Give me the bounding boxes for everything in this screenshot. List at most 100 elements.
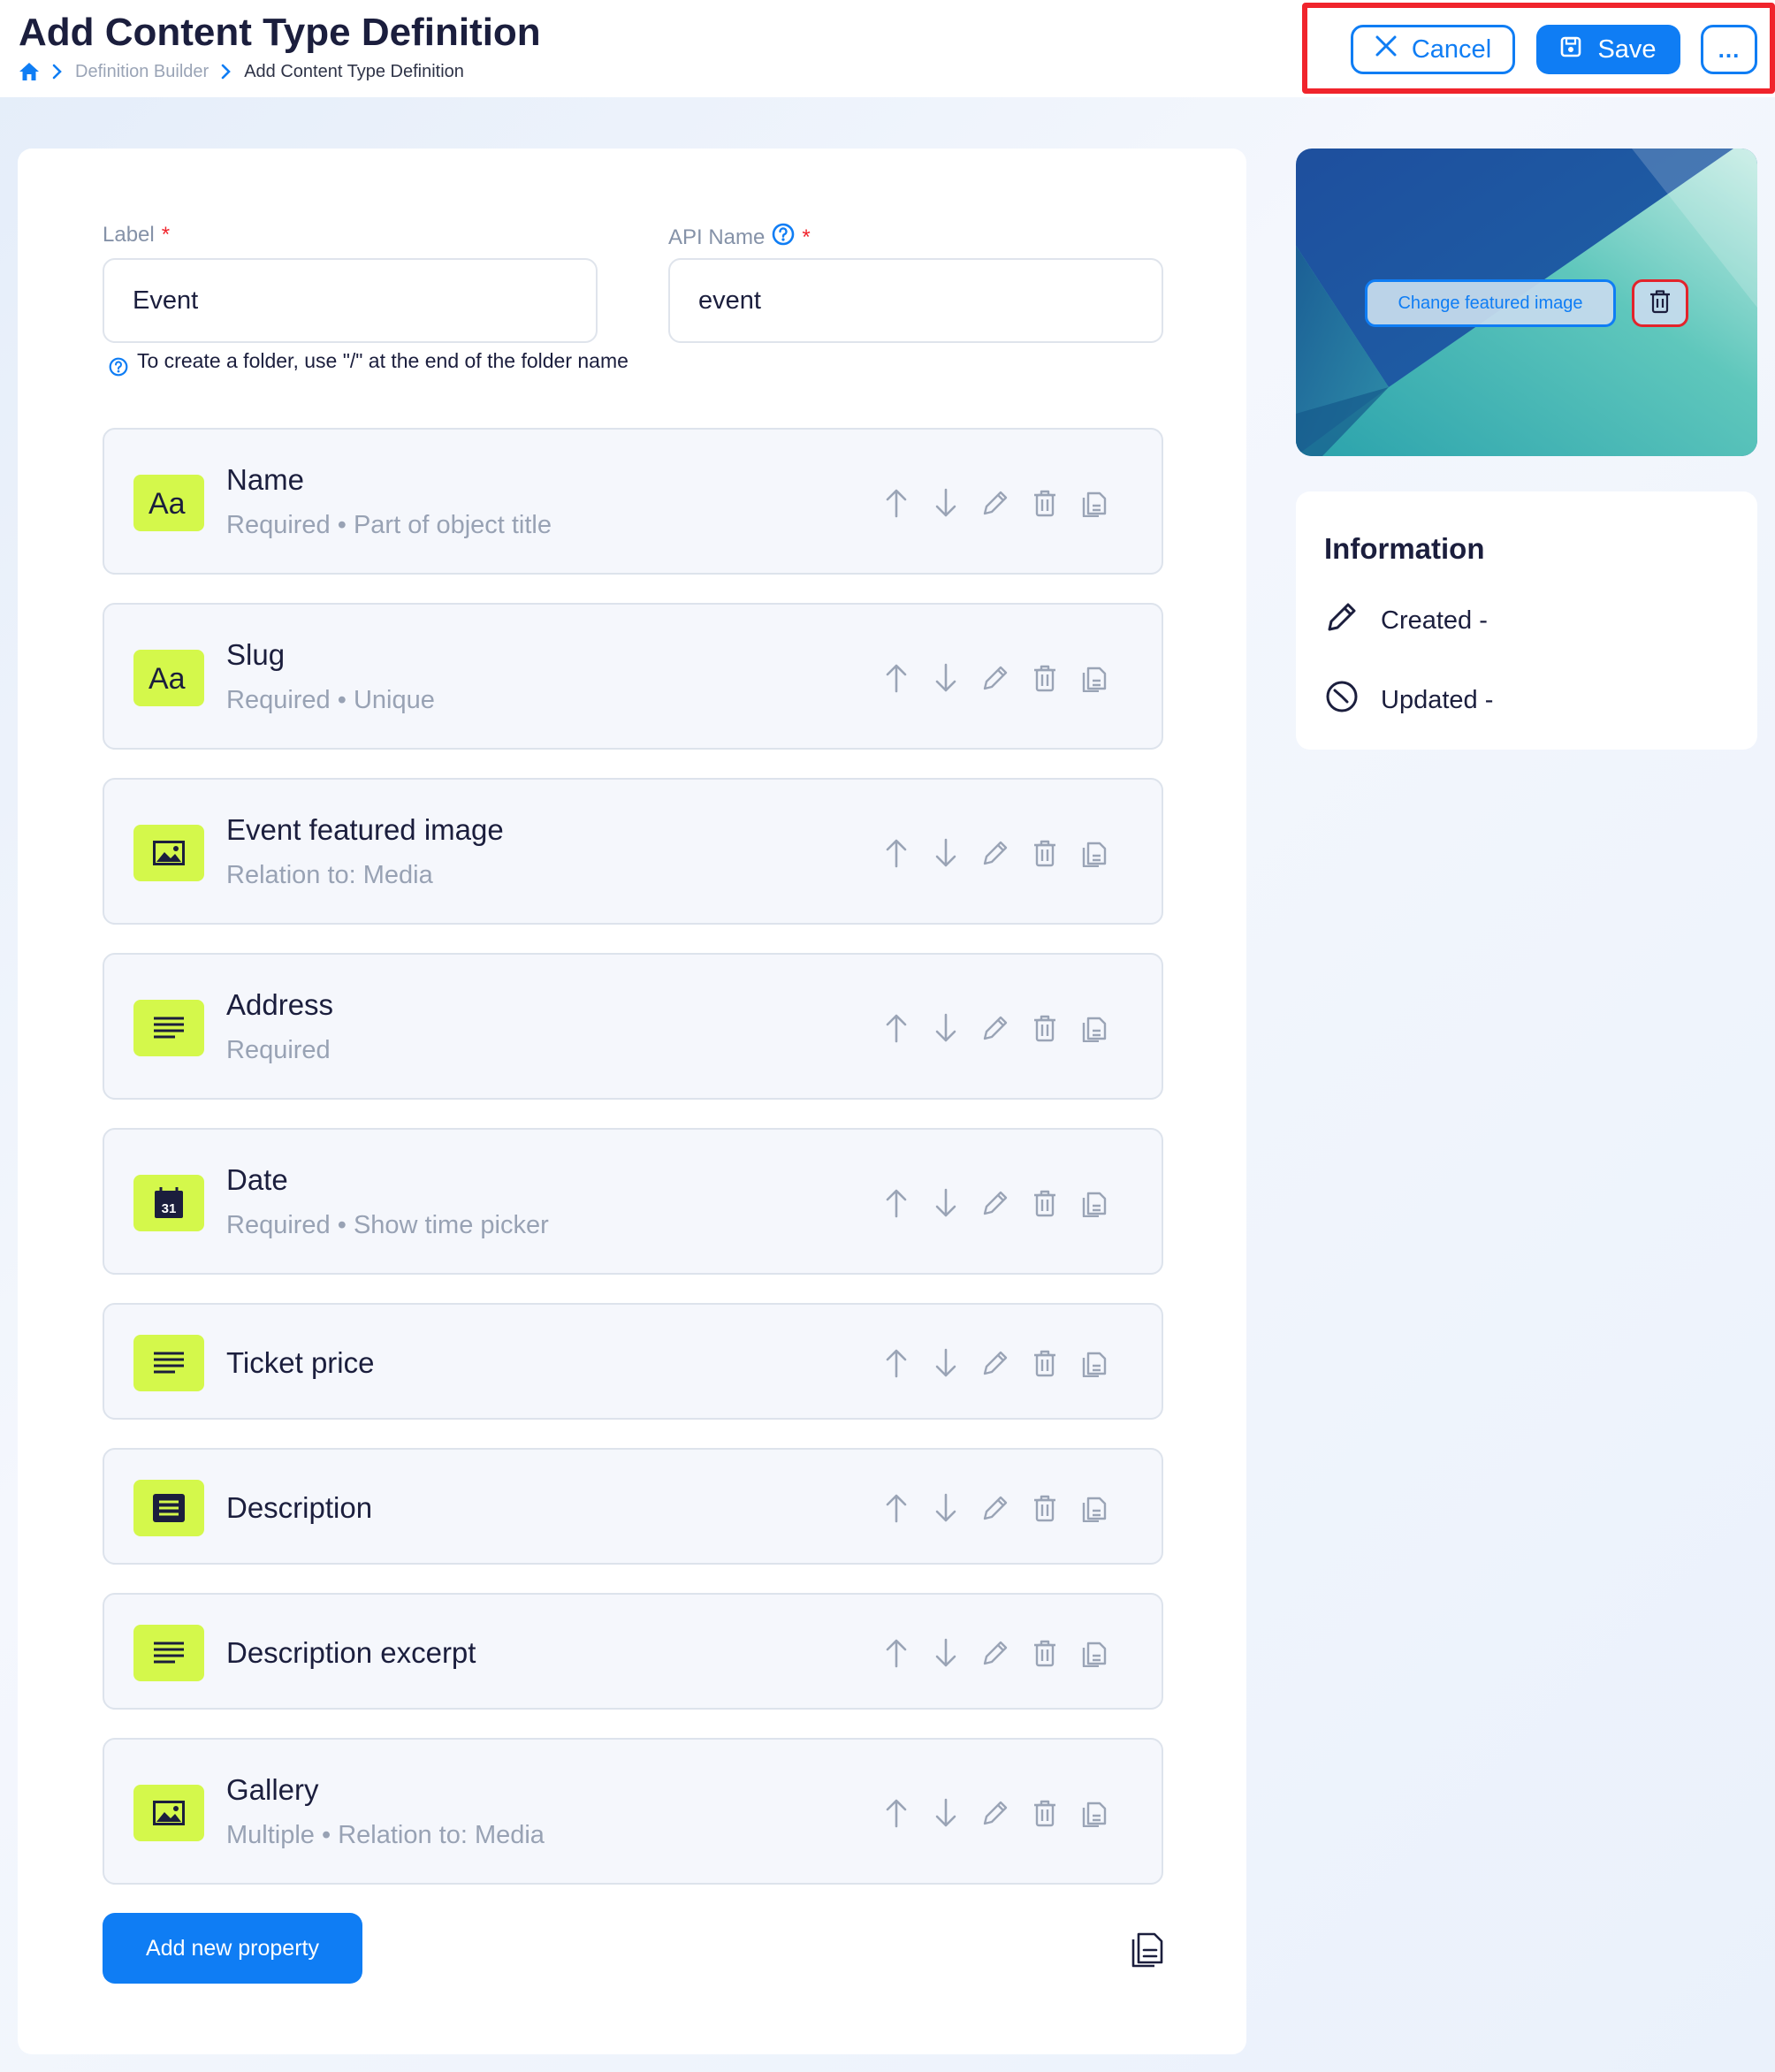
save-label: Save <box>1597 34 1657 64</box>
help-circle-icon <box>109 357 128 380</box>
move-up-icon[interactable] <box>882 1637 910 1669</box>
trash-icon[interactable] <box>1031 487 1059 519</box>
edit-pencil-icon[interactable] <box>981 1637 1009 1669</box>
trash-icon[interactable] <box>1031 1012 1059 1044</box>
page-header: Add Content Type Definition Definition B… <box>0 0 1775 97</box>
duplicate-icon[interactable] <box>1080 837 1108 869</box>
trash-icon[interactable] <box>1031 1347 1059 1379</box>
move-down-icon[interactable] <box>932 662 960 694</box>
edit-pencil-icon[interactable] <box>981 1492 1009 1524</box>
duplicate-icon[interactable] <box>1080 662 1108 694</box>
duplicate-icon[interactable] <box>1080 1187 1108 1219</box>
duplicate-icon[interactable] <box>1080 1347 1108 1379</box>
calendar-icon: 31 <box>133 1175 204 1231</box>
duplicate-icon[interactable] <box>1080 1637 1108 1669</box>
move-down-icon[interactable] <box>932 487 960 519</box>
move-up-icon[interactable] <box>882 487 910 519</box>
property-row[interactable]: Aa Slug Required • Unique <box>103 603 1163 750</box>
trash-icon <box>1649 289 1672 318</box>
property-row[interactable]: Description <box>103 1448 1163 1565</box>
property-name: Ticket price <box>226 1346 375 1379</box>
trash-icon[interactable] <box>1031 1637 1059 1669</box>
duplicate-icon[interactable] <box>1080 487 1108 519</box>
property-row[interactable]: Address Required <box>103 953 1163 1100</box>
image-icon <box>133 1785 204 1841</box>
property-row[interactable]: Event featured image Relation to: Media <box>103 778 1163 925</box>
duplicate-icon[interactable] <box>1080 1797 1108 1829</box>
lines-icon <box>133 1335 204 1391</box>
edit-pencil-icon[interactable] <box>981 1347 1009 1379</box>
edit-pencil-icon[interactable] <box>981 662 1009 694</box>
duplicate-icon[interactable] <box>1080 1492 1108 1524</box>
property-row[interactable]: Aa Name Required • Part of object title <box>103 428 1163 575</box>
edit-pencil-icon[interactable] <box>981 1797 1009 1829</box>
more-options-button[interactable]: ... <box>1701 25 1757 74</box>
lines-icon <box>133 1000 204 1056</box>
move-up-icon[interactable] <box>882 1492 910 1524</box>
duplicate-icon[interactable] <box>1080 1012 1108 1044</box>
property-actions <box>882 837 1108 869</box>
created-row: Created - <box>1324 599 1488 642</box>
help-circle-icon[interactable] <box>772 223 795 252</box>
property-actions <box>882 662 1108 694</box>
move-down-icon[interactable] <box>932 837 960 869</box>
chevron-right-icon <box>221 64 232 80</box>
property-name: Description excerpt <box>226 1636 476 1669</box>
move-down-icon[interactable] <box>932 1012 960 1044</box>
breadcrumb-item-current: Add Content Type Definition <box>244 61 464 81</box>
page-title: Add Content Type Definition <box>19 11 541 54</box>
move-down-icon[interactable] <box>932 1492 960 1524</box>
featured-image: Change featured image <box>1296 149 1757 456</box>
property-actions <box>882 1187 1108 1219</box>
trash-icon[interactable] <box>1031 1797 1059 1829</box>
edit-pencil-icon[interactable] <box>981 1187 1009 1219</box>
move-up-icon[interactable] <box>882 1187 910 1219</box>
edit-pencil-icon[interactable] <box>981 1012 1009 1044</box>
property-meta: Required • Unique <box>226 686 435 714</box>
chevron-right-icon <box>52 64 63 80</box>
move-up-icon[interactable] <box>882 1797 910 1829</box>
property-row[interactable]: 31 Date Required • Show time picker <box>103 1128 1163 1275</box>
change-featured-image-button[interactable]: Change featured image <box>1365 279 1616 327</box>
move-up-icon[interactable] <box>882 1012 910 1044</box>
information-title: Information <box>1324 532 1485 565</box>
trash-icon[interactable] <box>1031 1492 1059 1524</box>
add-new-property-button[interactable]: Add new property <box>103 1913 362 1984</box>
api-name-input[interactable]: event <box>668 258 1163 343</box>
required-mark: * <box>161 223 171 247</box>
move-down-icon[interactable] <box>932 1347 960 1379</box>
property-row[interactable]: Gallery Multiple • Relation to: Media <box>103 1738 1163 1885</box>
trash-icon[interactable] <box>1031 837 1059 869</box>
move-down-icon[interactable] <box>932 1187 960 1219</box>
save-button[interactable]: Save <box>1536 25 1680 74</box>
breadcrumb-item-definition-builder[interactable]: Definition Builder <box>75 62 209 82</box>
move-down-icon[interactable] <box>932 1637 960 1669</box>
move-up-icon[interactable] <box>882 1347 910 1379</box>
information-card: Information Created - Updated - <box>1296 491 1757 750</box>
rich-text-icon <box>133 1480 204 1536</box>
created-value: - <box>1479 606 1488 635</box>
property-row[interactable]: Ticket price <box>103 1303 1163 1420</box>
updated-row: Updated - <box>1324 679 1493 721</box>
property-meta: Relation to: Media <box>226 861 433 889</box>
paste-properties-icon[interactable] <box>1126 1927 1169 1969</box>
updated-label: Updated <box>1381 685 1478 714</box>
trash-icon[interactable] <box>1031 662 1059 694</box>
updated-value: - <box>1484 685 1494 714</box>
pencil-icon <box>1324 599 1360 642</box>
move-up-icon[interactable] <box>882 837 910 869</box>
cancel-button[interactable]: Cancel <box>1351 25 1515 74</box>
cancel-label: Cancel <box>1411 34 1492 64</box>
edit-pencil-icon[interactable] <box>981 837 1009 869</box>
edit-pencil-icon[interactable] <box>981 487 1009 519</box>
property-row[interactable]: Description excerpt <box>103 1593 1163 1710</box>
home-icon[interactable] <box>19 62 40 81</box>
required-mark: * <box>802 225 811 249</box>
label-input[interactable]: Event <box>103 258 598 343</box>
move-up-icon[interactable] <box>882 662 910 694</box>
trash-icon[interactable] <box>1031 1187 1059 1219</box>
property-name: Address <box>226 988 334 1021</box>
move-down-icon[interactable] <box>932 1797 960 1829</box>
delete-featured-image-button[interactable] <box>1632 279 1688 327</box>
property-meta: Required • Show time picker <box>226 1211 549 1239</box>
